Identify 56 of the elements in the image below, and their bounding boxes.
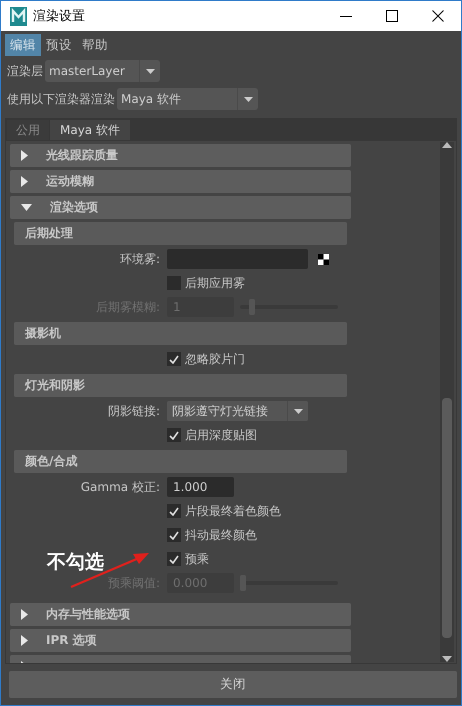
checkbox-label: 片段最终着色颜色 [185, 502, 281, 520]
checkbox[interactable] [167, 428, 181, 442]
close-icon[interactable] [432, 10, 444, 22]
field-label: Gamma 校正: [80, 478, 160, 496]
group-header: 颜色/合成 [14, 450, 347, 473]
checkbox[interactable] [167, 528, 181, 542]
checkbox-label: 预乘 [185, 550, 209, 568]
checkbox-label: 启用深度贴图 [185, 426, 257, 444]
checkbox-label: 后期应用雾 [185, 274, 245, 292]
caret-icon[interactable] [244, 96, 252, 102]
expand-arrow-icon[interactable] [21, 609, 28, 620]
expand-arrow-icon[interactable] [21, 635, 28, 646]
field-label: 使用以下渲染器渲染 [7, 90, 115, 108]
section-header[interactable]: 光线跟踪质量 [10, 144, 351, 167]
section-header[interactable]: 内存与性能选项 [10, 603, 351, 626]
caret-icon[interactable] [294, 408, 302, 414]
close-button[interactable]: 关闭 [9, 671, 457, 698]
field-label: 环境雾: [118, 250, 160, 268]
section-title: 光线跟踪质量 [46, 147, 118, 164]
checker-icon[interactable] [318, 254, 329, 264]
expand-arrow-icon[interactable] [21, 176, 28, 187]
checkbox[interactable] [167, 276, 181, 290]
group-header: 后期处理 [14, 222, 347, 245]
annotation-text: 不勾选 [47, 550, 104, 575]
checkbox[interactable] [167, 552, 181, 566]
caret-icon[interactable] [146, 68, 154, 74]
expand-arrow-icon[interactable] [21, 150, 28, 161]
field-label: 阴影链接: [106, 402, 160, 420]
section-title: 运动模糊 [46, 173, 94, 190]
section-title: IPR 选项 [46, 632, 97, 649]
window-title: 渲染设置 [33, 8, 86, 25]
section-header[interactable]: IPR 选项 [10, 629, 351, 652]
menu-item[interactable]: 编辑 [5, 34, 41, 56]
section-header[interactable]: 渲染选项 [10, 196, 351, 219]
number-field[interactable]: 1.000 [167, 477, 234, 497]
checkbox-label: 忽略胶片门 [185, 350, 245, 368]
menu-item[interactable]: 帮助 [77, 34, 113, 56]
tab[interactable]: Maya 软件 [50, 120, 130, 140]
scroll-up-icon[interactable] [442, 142, 452, 148]
scrollbar-thumb[interactable] [442, 398, 452, 638]
section-header[interactable]: 运动模糊 [10, 170, 351, 193]
collapse-arrow-icon[interactable] [21, 204, 32, 211]
maximize-icon[interactable] [386, 10, 398, 22]
checkbox-label: 抖动最终颜色 [185, 526, 257, 544]
field-label: 渲染层 [7, 62, 43, 80]
color-swatch[interactable] [167, 249, 308, 269]
logo-icon [10, 6, 27, 26]
group-header: 灯光和阴影 [14, 374, 347, 397]
section-title: 内存与性能选项 [46, 606, 130, 623]
checkbox[interactable] [167, 352, 181, 366]
group-header: 摄影机 [14, 322, 347, 345]
tab[interactable]: 公用 [7, 120, 49, 140]
menu-item[interactable]: 预设 [41, 34, 77, 56]
scroll-down-icon[interactable] [442, 656, 452, 662]
section-title: 渲染选项 [50, 199, 98, 216]
checkbox[interactable] [167, 504, 181, 518]
